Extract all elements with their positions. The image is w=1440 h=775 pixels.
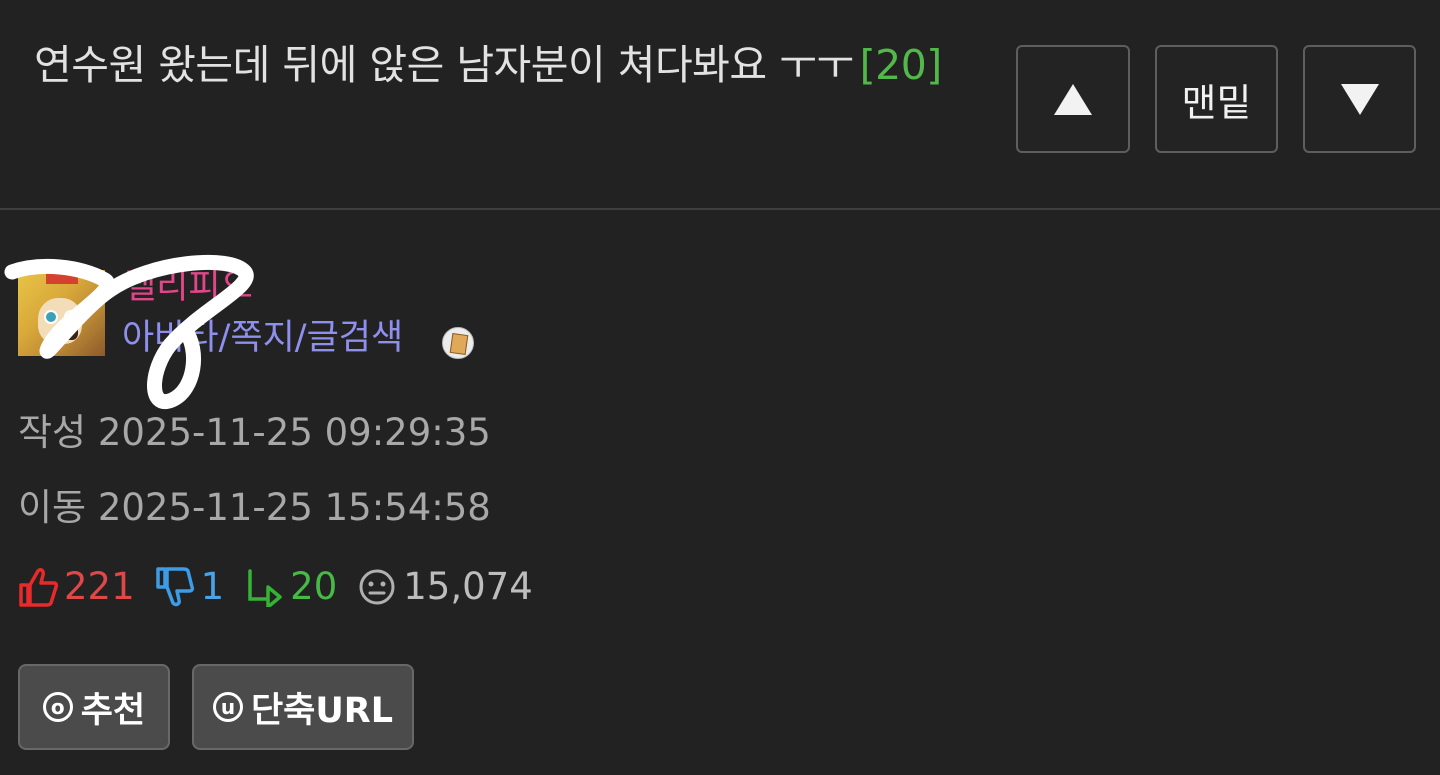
comment-stat-count: 20 [290, 564, 338, 608]
post-stats: 221 1 20 15,074 [18, 561, 553, 611]
views-face-icon [359, 569, 395, 605]
avatar[interactable] [18, 270, 105, 356]
recommend-icon: o [42, 692, 73, 722]
thumbs-down-icon [155, 567, 194, 607]
post-title-text: 연수원 왔는데 뒤에 앉은 남자분이 쳐다봐요 ㅜㅜ [34, 41, 854, 89]
views-count: 15,074 [403, 564, 533, 608]
short-url-button[interactable]: u 단축URL [192, 664, 414, 750]
thumbs-up-icon [19, 568, 58, 607]
recommend-label: 추천 [80, 690, 146, 731]
reply-arrow-icon [248, 569, 282, 607]
views-stat: 15,074 [357, 564, 533, 608]
scroll-down-button[interactable] [1303, 45, 1416, 153]
level-badge-icon [442, 327, 474, 359]
recommend-button[interactable]: o 추천 [18, 664, 170, 750]
scroll-bottom-button[interactable]: 맨밑 [1155, 45, 1278, 153]
triangle-down-icon [1340, 83, 1379, 115]
short-url-icon: u [212, 692, 243, 722]
downvote-count: 1 [200, 564, 225, 608]
post-header: 연수원 왔는데 뒤에 앉은 남자분이 쳐다봐요 ㅜㅜ [20] 맨밑 [0, 0, 1440, 210]
triangle-up-icon [1054, 83, 1092, 115]
short-url-label: 단축URL [250, 690, 394, 731]
upvote-count: 221 [64, 564, 135, 608]
scroll-bottom-label: 맨밑 [1181, 80, 1252, 125]
created-date: 작성 2025-11-25 09:29:35 [18, 411, 491, 454]
upvote-stat: 221 [18, 565, 135, 608]
downvote-stat: 1 [155, 564, 225, 608]
scroll-up-button[interactable] [1016, 45, 1130, 153]
moved-date: 이동 2025-11-25 15:54:58 [18, 486, 491, 529]
author-links[interactable]: 아바타/쪽지/글검색 [122, 316, 403, 360]
comment-stat: 20 [244, 565, 337, 608]
post-title: 연수원 왔는데 뒤에 앉은 남자분이 쳐다봐요 ㅜㅜ [20] [34, 36, 964, 94]
comment-count[interactable]: [20] [860, 41, 943, 89]
author-nickname[interactable]: 델리피오 [124, 265, 253, 309]
